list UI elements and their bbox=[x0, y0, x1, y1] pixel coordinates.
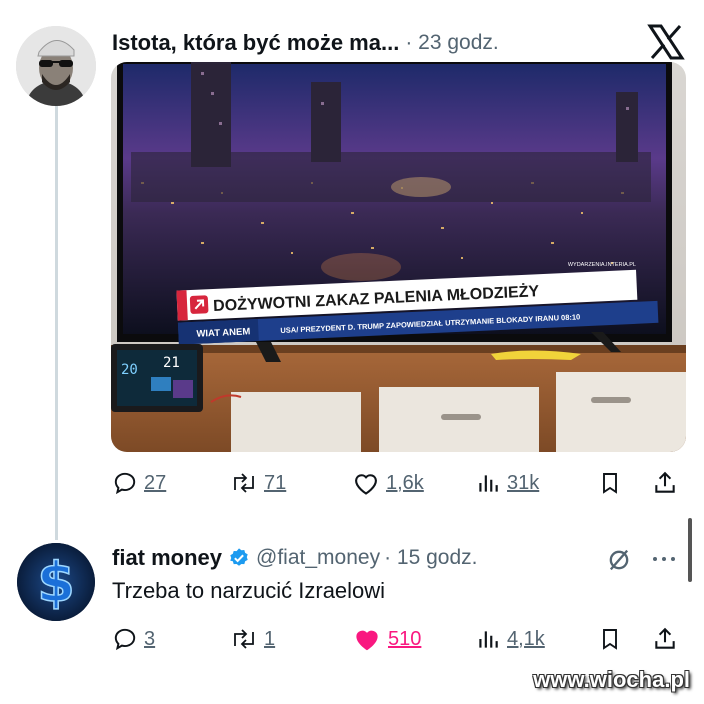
tweet-text: Trzeba to narzucić Izraelowi bbox=[112, 578, 386, 603]
tweet-header: fiat money @fiat_money · 15 godz. bbox=[112, 543, 477, 573]
repost-count: 1 bbox=[264, 627, 276, 650]
tweet-timestamp[interactable]: · 23 godz. bbox=[405, 31, 498, 55]
views-count: 31k bbox=[507, 471, 540, 494]
share-icon bbox=[655, 471, 675, 493]
avatar-image bbox=[16, 26, 96, 106]
tweet-actions-bar: 27 71 1,6k 31k bbox=[0, 466, 704, 500]
tweet-actions-bar: 3 1 510 4,1k bbox=[0, 622, 704, 656]
tweet-header: Istota, która być może ma... · 23 godz. bbox=[112, 28, 499, 58]
bookmark-icon bbox=[603, 629, 617, 650]
like-count: 510 bbox=[388, 627, 422, 650]
share-icon bbox=[655, 627, 675, 649]
views-bar-chart-icon bbox=[479, 631, 498, 648]
views-bar-chart-icon bbox=[479, 475, 498, 492]
views-count: 4,1k bbox=[507, 627, 545, 650]
like-button[interactable]: 1,6k bbox=[352, 470, 424, 496]
verified-badge-icon bbox=[230, 548, 248, 566]
bookmark-button[interactable] bbox=[598, 470, 622, 496]
bookmark-icon bbox=[603, 473, 617, 494]
author-name[interactable]: Istota, która być może ma... bbox=[112, 30, 399, 56]
svg-text:21: 21 bbox=[163, 355, 180, 371]
reply-icon bbox=[114, 472, 136, 495]
scrollbar-thumb[interactable] bbox=[688, 518, 692, 582]
svg-text:$: $ bbox=[37, 551, 75, 614]
views-button[interactable]: 31k bbox=[475, 470, 539, 496]
share-button[interactable] bbox=[652, 626, 678, 652]
heart-outline-icon bbox=[355, 474, 377, 495]
heart-filled-icon bbox=[356, 630, 378, 651]
reply-count: 3 bbox=[144, 627, 156, 650]
x-logo-icon[interactable] bbox=[647, 24, 685, 60]
grok-icon[interactable] bbox=[605, 546, 633, 579]
reply-count: 27 bbox=[144, 471, 167, 494]
site-watermark: www.wiocha.pl bbox=[533, 667, 690, 692]
author-name[interactable]: fiat money bbox=[112, 545, 222, 571]
repost-count: 71 bbox=[264, 471, 287, 494]
dollar-sign-icon: $ bbox=[17, 543, 95, 621]
author-avatar[interactable] bbox=[16, 26, 96, 106]
more-options-icon[interactable] bbox=[650, 552, 678, 571]
svg-text:20: 20 bbox=[121, 362, 138, 378]
like-count: 1,6k bbox=[386, 471, 424, 494]
repost-button[interactable]: 1 bbox=[230, 626, 275, 652]
author-avatar-fiat-money[interactable]: $ bbox=[17, 543, 95, 621]
views-button[interactable]: 4,1k bbox=[475, 626, 545, 652]
reply-icon bbox=[114, 628, 136, 651]
like-button[interactable]: 510 bbox=[352, 625, 421, 653]
repost-icon bbox=[234, 629, 254, 649]
bookmark-button[interactable] bbox=[598, 626, 622, 652]
repost-icon bbox=[234, 473, 254, 493]
tweet-timestamp[interactable]: · 15 godz. bbox=[384, 546, 477, 570]
share-button[interactable] bbox=[652, 470, 678, 496]
repost-button[interactable]: 71 bbox=[230, 470, 286, 496]
author-handle[interactable]: @fiat_money bbox=[256, 546, 380, 570]
reply-button[interactable]: 27 bbox=[112, 470, 166, 496]
tv-source-label: WYDARZENIA.INTERIA.PL bbox=[568, 262, 636, 268]
reply-button[interactable]: 3 bbox=[112, 626, 155, 652]
tweet-media-photo[interactable]: WYDARZENIA.INTERIA.PL DOŻYWOTNI ZAKAZ PA… bbox=[111, 62, 686, 452]
